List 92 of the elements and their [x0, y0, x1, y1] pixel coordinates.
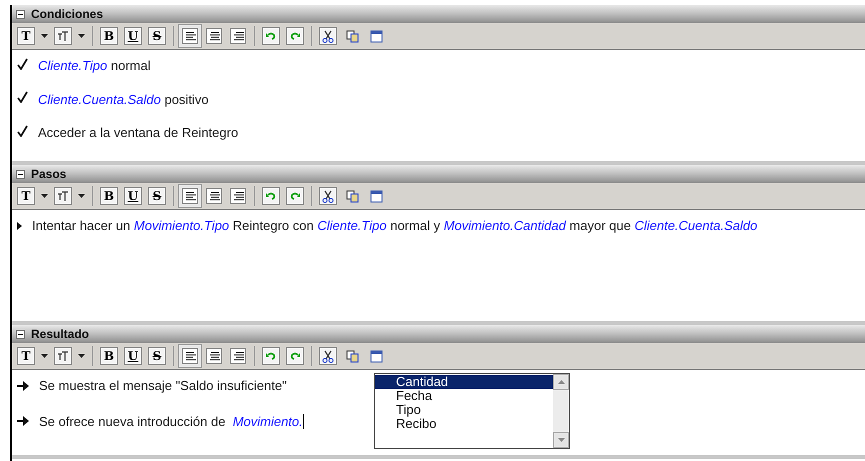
section-title: Condiciones — [31, 6, 104, 23]
paste-icon — [346, 30, 358, 42]
checkmark-icon — [17, 91, 28, 104]
autocomplete-item[interactable]: Tipo — [375, 403, 553, 417]
autocomplete-list[interactable]: Cantidad Fecha Tipo Recibo — [374, 373, 570, 449]
font-size-icon — [57, 350, 69, 362]
underline-button[interactable]: U — [124, 347, 142, 365]
section-header[interactable]: Condiciones — [12, 5, 865, 23]
font-size-button[interactable] — [54, 187, 72, 205]
align-left-button[interactable] — [178, 24, 202, 48]
section-header[interactable]: Pasos — [12, 165, 865, 183]
editor-line-text: Se ofrece nueva introducción de Movimiento. — [39, 412, 303, 430]
font-size-icon — [57, 30, 69, 42]
align-left-icon — [184, 191, 196, 201]
undo-icon — [265, 351, 277, 361]
align-left-button[interactable] — [178, 344, 202, 368]
section-header[interactable]: Resultado — [12, 325, 865, 343]
align-left-button[interactable] — [178, 184, 202, 208]
cut-button[interactable] — [319, 27, 337, 45]
scissors-icon — [322, 350, 334, 362]
autocomplete-item[interactable]: Cantidad — [375, 375, 553, 389]
dropdown-caret-icon[interactable] — [41, 194, 48, 198]
editor-line-text: Acceder a la ventana de Reintegro — [38, 124, 238, 142]
window-icon — [370, 350, 382, 362]
align-right-icon — [232, 31, 244, 41]
strike-button[interactable]: S — [148, 27, 166, 45]
redo-icon — [289, 31, 301, 41]
text-editor-area[interactable]: Se muestra el mensaje "Saldo insuficiente" Se ofrece nueva introducción de Movimiento. Cantidad Fecha Tipo Recibo — [12, 370, 865, 459]
undo-button[interactable] — [262, 347, 280, 365]
checkmark-icon — [17, 124, 28, 137]
scroll-up-button[interactable] — [553, 374, 569, 390]
bold-button[interactable]: B — [100, 187, 118, 205]
align-left-icon — [184, 351, 196, 361]
undo-button[interactable] — [262, 27, 280, 45]
section-title: Resultado — [31, 326, 90, 343]
collapse-icon[interactable] — [16, 330, 25, 338]
window-icon — [370, 30, 382, 42]
editor-line-text: Cliente.Tipo normal — [38, 57, 151, 75]
scissors-icon — [322, 30, 334, 42]
scrollbar[interactable] — [553, 374, 569, 448]
text-style-button[interactable]: T — [17, 347, 35, 365]
editor-line-text: Se muestra el mensaje "Saldo insuficiente" — [39, 377, 287, 395]
redo-button[interactable] — [286, 27, 304, 45]
collapse-icon[interactable] — [16, 10, 25, 18]
collapse-icon[interactable] — [16, 170, 25, 178]
dropdown-caret-icon[interactable] — [41, 34, 48, 38]
editor-line-text: Cliente.Cuenta.Saldo positivo — [38, 90, 209, 109]
text-style-button[interactable]: T — [17, 187, 35, 205]
strike-button[interactable]: S — [148, 347, 166, 365]
arrow-bullet-icon — [17, 416, 29, 426]
strike-button[interactable]: S — [148, 187, 166, 205]
align-left-icon — [184, 31, 196, 41]
font-size-icon — [57, 190, 69, 202]
autocomplete-item[interactable]: Fecha — [375, 389, 553, 403]
undo-icon — [265, 31, 277, 41]
font-size-button[interactable] — [54, 347, 72, 365]
align-center-icon — [208, 351, 220, 361]
dropdown-caret-icon[interactable] — [41, 354, 48, 358]
up-arrow-icon — [558, 380, 564, 384]
align-right-icon — [232, 191, 244, 201]
cut-button[interactable] — [319, 187, 337, 205]
section-title: Pasos — [31, 166, 66, 183]
redo-icon — [289, 351, 301, 361]
underline-button[interactable]: U — [124, 187, 142, 205]
editor-line-text: Intentar hacer un Movimiento.Tipo Reintegro con Cliente.Tipo normal y Movimiento.Cantidad mayor que Cliente.Cuenta.Saldo — [32, 217, 758, 235]
align-center-icon — [208, 31, 220, 41]
text-style-button[interactable]: T — [17, 27, 35, 45]
redo-icon — [289, 191, 301, 201]
dropdown-caret-icon[interactable] — [78, 354, 85, 358]
paste-icon — [346, 350, 358, 362]
scroll-down-button[interactable] — [553, 432, 569, 448]
autocomplete-item[interactable]: Recibo — [375, 417, 553, 431]
cut-button[interactable] — [319, 347, 337, 365]
scissors-icon — [322, 190, 334, 202]
dropdown-caret-icon[interactable] — [78, 194, 85, 198]
window-icon — [370, 190, 382, 202]
align-center-icon — [208, 191, 220, 201]
redo-button[interactable] — [286, 347, 304, 365]
underline-button[interactable]: U — [124, 27, 142, 45]
undo-button[interactable] — [262, 187, 280, 205]
undo-icon — [265, 191, 277, 201]
arrow-bullet-icon — [17, 380, 29, 391]
bold-button[interactable]: B — [100, 27, 118, 45]
down-arrow-icon — [558, 438, 564, 442]
dropdown-caret-icon[interactable] — [78, 34, 85, 38]
align-right-icon — [232, 351, 244, 361]
redo-button[interactable] — [286, 187, 304, 205]
bold-button[interactable]: B — [100, 347, 118, 365]
checkmark-icon — [17, 58, 28, 70]
triangle-bullet-icon — [17, 222, 22, 230]
paste-icon — [346, 190, 358, 202]
font-size-button[interactable] — [54, 27, 72, 45]
